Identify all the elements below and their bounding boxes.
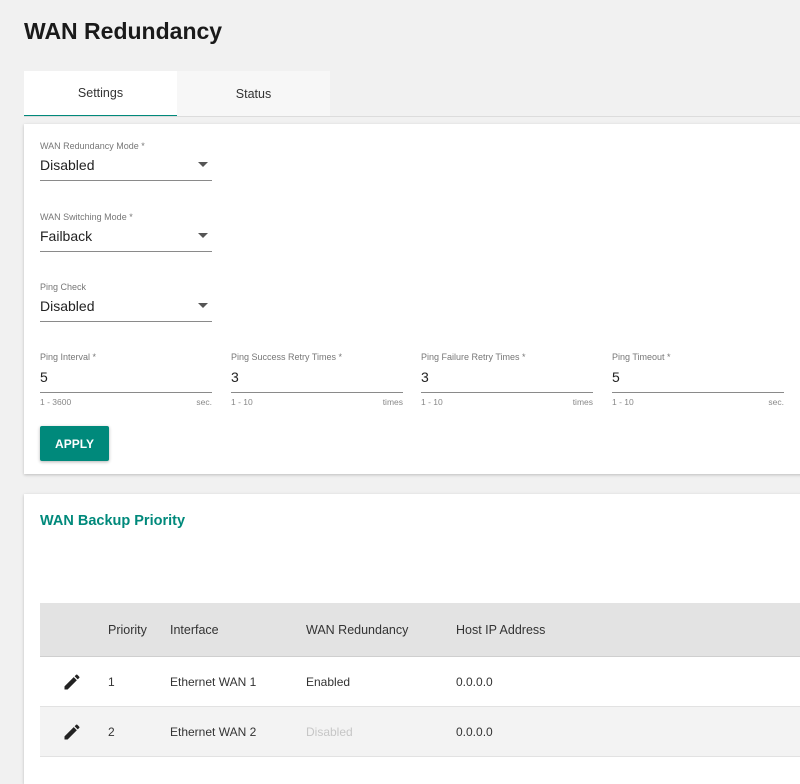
ping-success-retry-unit: times — [382, 397, 403, 407]
interface-cell: Ethernet WAN 2 — [170, 724, 257, 739]
ping-interval-range: 1 - 3600 — [40, 397, 72, 407]
column-header-interface[interactable]: Interface — [170, 623, 219, 637]
wan-redundancy-mode-text: Disabled — [40, 157, 95, 173]
ping-interval-input[interactable]: 5 — [40, 368, 212, 393]
priority-cell: 1 — [108, 674, 115, 689]
column-header-priority[interactable]: Priority — [108, 623, 147, 637]
table-header: Priority Interface WAN Redundancy Host I… — [40, 603, 800, 657]
ping-failure-retry-label: Ping Failure Retry Times * — [421, 352, 526, 362]
pencil-icon[interactable] — [62, 722, 82, 742]
column-header-wan-redundancy[interactable]: WAN Redundancy — [306, 623, 408, 637]
wan-redundancy-mode-select[interactable]: WAN Redundancy Mode * Disabled — [40, 141, 212, 181]
wan-redundancy-mode-value[interactable]: Disabled — [40, 156, 212, 181]
priority-cell: 2 — [108, 724, 115, 739]
wan-redundancy-mode-label: WAN Redundancy Mode * — [40, 141, 145, 151]
table-row: 2 Ethernet WAN 2 Disabled 0.0.0.0 — [40, 707, 800, 757]
tab-divider — [24, 116, 800, 117]
ping-check-select[interactable]: Ping Check Disabled — [40, 282, 212, 322]
chevron-down-icon[interactable] — [198, 162, 208, 167]
wan-switching-mode-select[interactable]: WAN Switching Mode * Failback — [40, 212, 212, 252]
wan-switching-mode-value[interactable]: Failback — [40, 227, 212, 252]
ping-timeout-range: 1 - 10 — [612, 397, 634, 407]
chevron-down-icon[interactable] — [198, 303, 208, 308]
apply-button[interactable]: APPLY — [40, 426, 109, 461]
tab-status[interactable]: Status — [177, 71, 330, 117]
ping-interval-field: Ping Interval * 5 1 - 3600 sec. — [40, 352, 212, 407]
ping-success-retry-label: Ping Success Retry Times * — [231, 352, 343, 362]
ping-check-label: Ping Check — [40, 282, 87, 292]
interface-cell: Ethernet WAN 1 — [170, 674, 257, 689]
tab-bar: Settings Status — [24, 71, 330, 117]
wan-switching-mode-text: Failback — [40, 228, 93, 244]
ping-timeout-field: Ping Timeout * 5 1 - 10 sec. — [612, 352, 784, 407]
ping-success-retry-input[interactable]: 3 — [231, 368, 403, 393]
ping-check-value[interactable]: Disabled — [40, 297, 212, 322]
ping-timeout-label: Ping Timeout * — [612, 352, 671, 362]
ping-failure-retry-input[interactable]: 3 — [421, 368, 593, 393]
table-row: 1 Ethernet WAN 1 Enabled 0.0.0.0 — [40, 657, 800, 707]
section-title: WAN Backup Priority — [40, 513, 186, 529]
ping-success-retry-range: 1 - 10 — [231, 397, 253, 407]
chevron-down-icon[interactable] — [198, 233, 208, 238]
priority-table: Priority Interface WAN Redundancy Host I… — [40, 603, 800, 757]
ping-failure-retry-field: Ping Failure Retry Times * 3 1 - 10 time… — [421, 352, 593, 407]
wan-redundancy-cell: Enabled — [306, 674, 351, 689]
ping-failure-retry-unit: times — [572, 397, 593, 407]
column-header-host-ip[interactable]: Host IP Address — [456, 623, 545, 637]
ping-success-retry-field: Ping Success Retry Times * 3 1 - 10 time… — [231, 352, 403, 407]
page-title: WAN Redundancy — [24, 18, 223, 44]
host-ip-cell: 0.0.0.0 — [456, 724, 493, 739]
ping-timeout-input[interactable]: 5 — [612, 368, 784, 393]
host-ip-cell: 0.0.0.0 — [456, 674, 493, 689]
wan-redundancy-cell: Disabled — [306, 724, 353, 739]
wan-backup-priority-card: WAN Backup Priority Priority Interface W… — [24, 494, 800, 784]
ping-check-text: Disabled — [40, 298, 95, 314]
pencil-icon[interactable] — [62, 672, 82, 692]
wan-switching-mode-label: WAN Switching Mode * — [40, 212, 133, 222]
ping-timeout-unit: sec. — [768, 397, 784, 407]
ping-interval-label: Ping Interval * — [40, 352, 97, 362]
settings-card: WAN Redundancy Mode * Disabled WAN Switc… — [24, 124, 800, 474]
ping-interval-unit: sec. — [196, 397, 212, 407]
tab-settings[interactable]: Settings — [24, 71, 177, 117]
ping-failure-retry-range: 1 - 10 — [421, 397, 443, 407]
